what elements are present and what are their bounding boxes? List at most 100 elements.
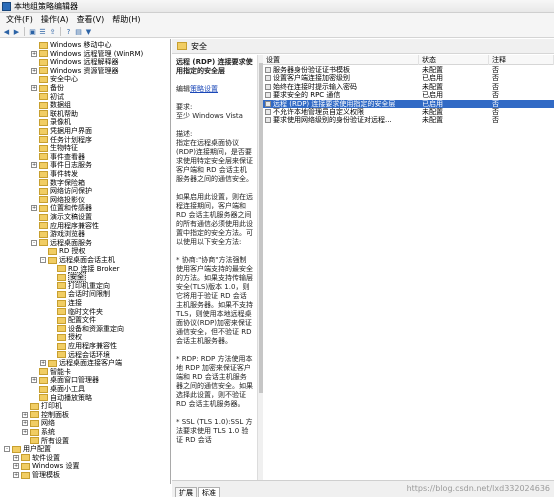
cell-setting: 要求安全的 RPC 通信 [273,91,341,100]
table-row[interactable]: 要求安全的 RPC 通信 已启用 否 [263,91,554,99]
collapse-icon[interactable]: - [4,446,10,453]
table-row[interactable]: 设置客户端连接加密级别 已启用 否 [263,74,554,82]
menu-file[interactable]: 文件(F) [2,13,37,26]
tab-standard[interactable]: 标准 [198,487,220,497]
tree-item[interactable]: 应用程序兼容性 [49,342,117,350]
tree-item[interactable]: + 管理模板 [13,471,60,479]
tree-item[interactable]: + 事件日志服务 [31,161,92,169]
tree-item[interactable]: + 备份 [31,84,64,92]
table-row[interactable]: 要求使用网络级别的身份验证对远程... 未配置 否 [263,116,554,124]
tree-item[interactable]: 网络访问保护 [31,187,92,195]
tree-item[interactable]: 数字保险箱 [31,179,85,187]
expand-icon[interactable]: + [22,429,28,435]
tree-item[interactable]: 事件查看器 [31,153,85,161]
tree-item[interactable]: 远程会话环境 [49,351,110,359]
tree-item[interactable]: 录像机 [31,118,71,126]
tree-item[interactable]: + 系统 [22,428,55,436]
tree-item[interactable]: 自动播放策略 [31,394,92,402]
expand-icon[interactable]: + [22,411,28,418]
cell-setting: 远程 (RDP) 连接要求使用指定的安全层 [273,99,396,108]
folder-icon [39,144,48,152]
tree-item[interactable]: 事件转发 [31,170,78,178]
expand-icon[interactable]: + [31,67,37,74]
tree-item-label: 应用程序兼容性 [68,342,117,350]
expand-icon[interactable]: + [31,162,37,169]
edit-policy-link[interactable]: 策略设置 [190,85,218,93]
list-icon[interactable]: ☰ [38,27,47,36]
expand-icon[interactable]: + [40,360,46,367]
collapse-icon[interactable]: - [31,239,37,246]
column-setting[interactable]: 设置 [263,55,419,65]
policy-tree[interactable]: Windows 移动中心 + Windows 远程管理 (WinRM) Windows… [0,39,171,484]
tree-item-label: 管理模板 [32,471,60,479]
tree-item[interactable]: 打印机重定向 [49,282,110,290]
view-icon[interactable]: ▤ [74,27,83,36]
tree-item[interactable]: 应用程序兼容性 [31,222,99,230]
tree-item[interactable]: + 控制面板 [22,411,69,419]
tree-item[interactable]: + 网络 [22,419,55,427]
tree-item[interactable]: 游戏浏览器 [31,230,85,238]
expand-icon[interactable]: + [31,85,37,91]
tree-item[interactable]: 初试 [31,93,64,101]
tree-item[interactable]: + Windows 远程管理 (WinRM) [31,50,143,58]
tree-item[interactable]: 生物特征 [31,144,78,152]
filter-icon[interactable]: ▼ [84,27,93,36]
tree-item-label: 设备和资源重定向 [68,324,124,333]
table-row[interactable]: 远程 (RDP) 连接要求使用指定的安全层 已启用 否 [263,99,554,108]
tree-item[interactable]: 桌面小工具 [31,385,85,393]
tree-item[interactable]: 任务计划程序 [31,136,92,144]
tree-item[interactable]: 所有设置 [22,437,69,445]
back-icon[interactable]: ◀ [2,27,11,36]
menu-help[interactable]: 帮助(H) [108,13,144,26]
tree-item[interactable]: 授权 [49,333,82,341]
tree-item[interactable]: + Windows 设置 [13,462,79,470]
table-row[interactable]: 始终在连接时提示输入密码 未配置 否 [263,83,554,91]
tree-item[interactable]: Windows 移动中心 [31,41,111,49]
tree-item[interactable]: 打印机 [22,402,62,410]
table-row[interactable]: 不允许本地管理员自定义权限 未配置 否 [263,108,554,116]
tree-item[interactable]: 连接 [49,299,82,307]
column-state[interactable]: 状态 [419,55,489,65]
tree-item[interactable]: 演示文稿设置 [31,213,92,221]
tree-item[interactable]: 联机帮助 [31,110,78,118]
expand-icon[interactable]: + [13,454,19,461]
tree-item[interactable]: + 位置和传感器 [31,204,92,212]
expand-icon[interactable]: + [22,420,28,427]
expand-icon[interactable]: + [31,205,37,212]
expand-icon[interactable]: + [13,472,19,478]
tree-item[interactable]: 智能卡 [31,368,71,376]
tree-item[interactable]: + 软件设置 [13,454,60,462]
expand-icon[interactable]: + [13,463,19,470]
tree-item[interactable]: 会话时间限制 [49,290,110,298]
tree-item[interactable]: 凭据用户界面 [31,127,92,135]
tree-item[interactable]: + Windows 资源管理器 [31,67,118,75]
tree-item[interactable]: 数据组 [31,101,71,109]
tree-item[interactable]: 网络投影仪 [31,196,85,204]
export-icon[interactable]: ⇪ [48,27,57,36]
forward-icon[interactable]: ▶ [12,27,21,36]
tree-item[interactable]: - 远程桌面服务 [31,239,92,247]
tree-item[interactable]: 安全中心 [31,75,78,83]
tree-item[interactable]: - 用户配置 [4,445,51,453]
tree-item[interactable]: - 远程桌面会话主机 [40,256,115,264]
menu-action[interactable]: 操作(A) [37,13,73,26]
folder-icon[interactable]: ▣ [28,27,37,36]
menu-view[interactable]: 查看(V) [73,13,109,26]
table-row[interactable]: 服务器身份验证证书模板 未配置 否 [263,66,554,74]
tree-item-label: 智能卡 [50,367,71,376]
tree-item[interactable]: 配置文件 [49,316,96,324]
tree-item[interactable]: + 桌面窗口管理器 [31,376,99,384]
tree-item[interactable]: 临时文件夹 [49,308,103,316]
tree-item[interactable]: RD 授权 [40,247,85,255]
tree-item[interactable]: + 远程桌面连接客户端 [40,359,122,367]
tree-item[interactable]: Windows 远程解释器 [31,58,118,66]
cell-setting: 始终在连接时提示输入密码 [273,82,357,91]
help-icon[interactable]: ? [64,27,73,36]
expand-icon[interactable]: + [31,50,37,57]
column-comment[interactable]: 注释 [489,55,554,65]
collapse-icon[interactable]: - [40,257,46,263]
tree-item[interactable]: 安全 [49,272,86,283]
expand-icon[interactable]: + [31,377,37,384]
tree-item[interactable]: 设备和资源重定向 [49,325,124,333]
tab-extended[interactable]: 扩展 [175,487,197,497]
